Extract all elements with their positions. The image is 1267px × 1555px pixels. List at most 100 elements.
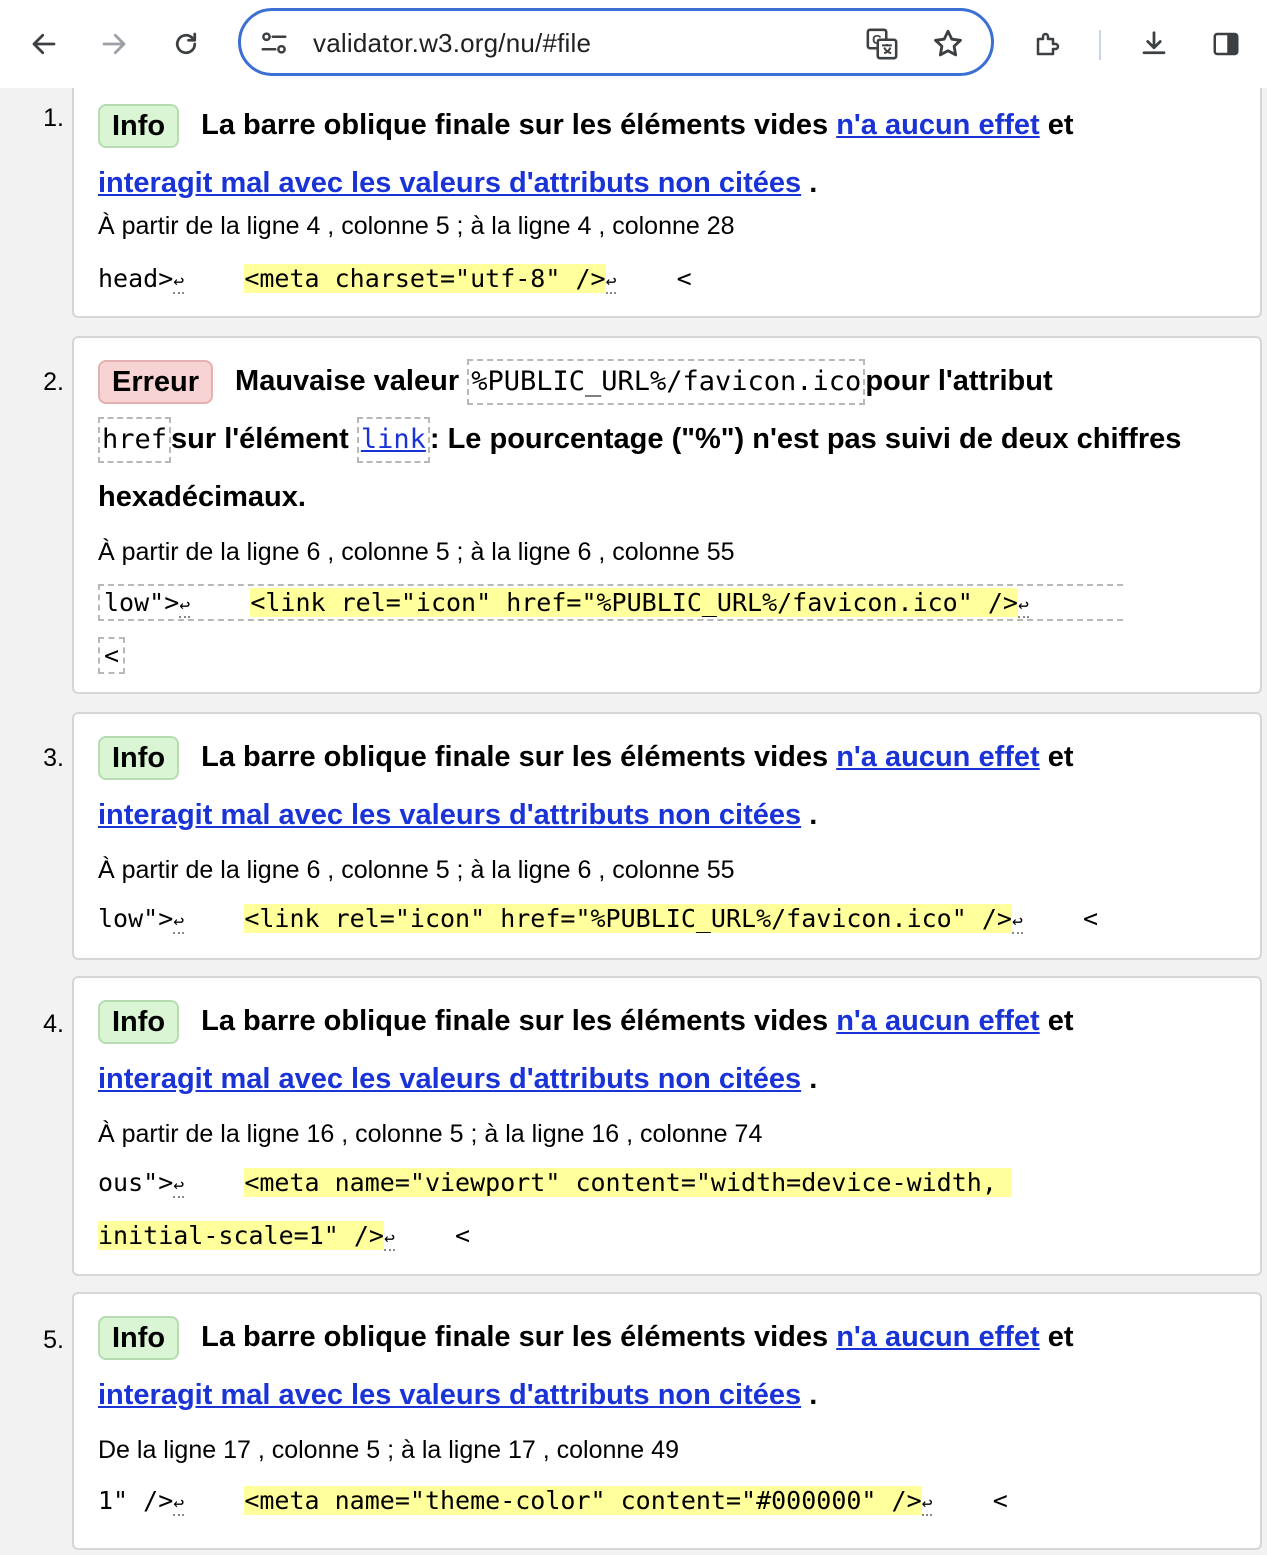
validator-results: 1. Info La barre oblique finale sur les é… <box>0 88 1267 1555</box>
message-number: 2. <box>43 368 64 396</box>
line-feed-icon: ↩ <box>173 271 185 294</box>
extensions-button[interactable] <box>1024 20 1072 68</box>
side-panel-button[interactable] <box>1202 20 1250 68</box>
message-number: 5. <box>43 1326 64 1354</box>
message-item: Info La barre oblique finale sur les élém… <box>72 1292 1262 1550</box>
location-text: À partir de la ligne 16 , colonne 5 ; à … <box>98 1120 763 1148</box>
extract-highlight: <meta name="theme-color" content="#00000… <box>244 1486 922 1515</box>
link-unquoted-attributes[interactable]: interagit mal avec les valeurs d'attribu… <box>98 799 801 831</box>
line-feed-icon: ↩ <box>173 911 185 934</box>
link-no-effect[interactable]: n'a aucun effet <box>836 1321 1039 1353</box>
arrow-left-icon <box>32 33 56 55</box>
message-text-part: et <box>1047 1321 1074 1353</box>
extract-context: < <box>455 1221 471 1250</box>
location-text: À partir de la ligne 6 , colonne 5 ; à l… <box>98 538 735 566</box>
extract-highlight: <meta charset="utf-8" /> <box>244 264 606 293</box>
line-feed-icon: ↩ <box>179 595 191 618</box>
line-feed-icon: ↩ <box>921 1493 933 1516</box>
code-extract: low">↩ <link rel="icon" href="%PUBLIC_UR… <box>98 894 1230 947</box>
message-text-part: La barre oblique finale sur les éléments… <box>201 741 829 773</box>
message-text: Info La barre oblique finale sur les élém… <box>98 992 1244 1108</box>
message-text-part: . <box>809 1063 818 1095</box>
message-number: 1. <box>43 104 64 132</box>
extract-context: ous"> <box>98 1168 174 1197</box>
extract-context: < <box>1083 904 1099 933</box>
info-badge: Info <box>98 736 180 781</box>
site-settings-icon[interactable] <box>259 28 289 58</box>
reload-icon <box>175 32 197 55</box>
forward-button[interactable] <box>90 20 138 68</box>
message-number: 4. <box>43 1010 64 1038</box>
line-feed-icon: ↩ <box>173 1175 185 1198</box>
code-extract: head>↩ <meta charset="utf-8" />↩ < <box>98 254 1230 307</box>
side-panel-icon <box>1213 32 1239 56</box>
message-text: Info La barre oblique finale sur les élém… <box>98 728 1244 844</box>
link-no-effect[interactable]: n'a aucun effet <box>836 741 1039 773</box>
line-feed-icon: ↩ <box>1017 595 1029 618</box>
link-no-effect[interactable]: n'a aucun effet <box>836 1005 1039 1037</box>
code-extract: ous">↩ <meta name="viewport" content="wi… <box>98 1158 1230 1264</box>
browser-toolbar: validator.w3.org/nu/#file G <box>0 0 1267 88</box>
arrow-right-icon <box>102 33 126 55</box>
message-item: Info La barre oblique finale sur les élém… <box>72 88 1262 318</box>
extract-highlight: <meta name="viewport" content="width=dev… <box>244 1168 1012 1197</box>
link-unquoted-attributes[interactable]: interagit mal avec les valeurs d'attribu… <box>98 1063 801 1095</box>
message-number: 3. <box>43 744 64 772</box>
message-text-part: . <box>809 167 818 199</box>
extract-context: < <box>992 1486 1008 1515</box>
extract-context: 1" /> <box>98 1486 174 1515</box>
message-text-part: La barre oblique finale sur les éléments… <box>201 1321 829 1353</box>
link-unquoted-attributes[interactable]: interagit mal avec les valeurs d'attribu… <box>98 167 801 199</box>
message-text-part: et <box>1047 109 1074 141</box>
location-text: À partir de la ligne 6 , colonne 5 ; à l… <box>98 856 735 884</box>
message-text-part: . <box>809 1379 818 1411</box>
extract-context: < <box>676 264 692 293</box>
line-feed-icon: ↩ <box>173 1493 185 1516</box>
extract-context: low"> <box>98 904 174 933</box>
back-button[interactable] <box>20 20 68 68</box>
extract-highlight: <link rel="icon" href="%PUBLIC_URL%/favi… <box>244 904 1012 933</box>
location-text: À partir de la ligne 4 , colonne 5 ; à l… <box>98 212 735 240</box>
extract-context: low"> <box>104 588 180 617</box>
message-text: Erreur Mauvaise valeur %PUBLIC_URL%/favic… <box>98 352 1244 526</box>
message-text: Info La barre oblique finale sur les élém… <box>98 1308 1244 1424</box>
message-item: Erreur Mauvaise valeur %PUBLIC_URL%/favic… <box>72 336 1262 694</box>
message-text-part: et <box>1047 741 1074 773</box>
line-feed-icon: ↩ <box>1011 911 1023 934</box>
bookmark-star-icon[interactable] <box>931 27 965 61</box>
link-no-effect[interactable]: n'a aucun effet <box>836 109 1039 141</box>
downloads-button[interactable] <box>1130 20 1178 68</box>
message-text-part: La barre oblique finale sur les éléments… <box>201 1005 829 1037</box>
code-attribute: href <box>98 417 172 463</box>
message-text: Info La barre oblique finale sur les élém… <box>98 96 1244 212</box>
code-extract: 1" />↩ <meta name="theme-color" content=… <box>98 1476 1230 1529</box>
error-badge: Erreur <box>98 360 214 405</box>
translate-icon[interactable]: G <box>865 27 899 61</box>
url-text[interactable]: validator.w3.org/nu/#file <box>313 28 591 59</box>
puzzle-icon <box>1036 32 1060 56</box>
message-item: Info La barre oblique finale sur les élém… <box>72 712 1262 960</box>
extract-context: head> <box>98 264 174 293</box>
extract-highlight: <link rel="icon" href="%PUBLIC_URL%/favi… <box>250 588 1018 617</box>
toolbar-separator <box>1099 30 1101 60</box>
message-text-part: sur l'élément <box>171 423 349 455</box>
location-text: De la ligne 17 , colonne 5 ; à la ligne … <box>98 1436 679 1464</box>
address-bar[interactable]: validator.w3.org/nu/#file G <box>238 8 994 76</box>
download-icon <box>1142 31 1166 55</box>
message-text-part: pour l'attribut <box>865 365 1053 397</box>
message-text-part: Mauvaise valeur <box>235 365 460 397</box>
link-unquoted-attributes[interactable]: interagit mal avec les valeurs d'attribu… <box>98 1379 801 1411</box>
extract-highlight: initial-scale=1" /> <box>98 1221 384 1250</box>
message-item: Info La barre oblique finale sur les élém… <box>72 976 1262 1276</box>
message-text-part: et <box>1047 1005 1074 1037</box>
info-badge: Info <box>98 1000 180 1045</box>
line-feed-icon: ↩ <box>383 1228 395 1251</box>
code-extract: low">↩ <link rel="icon" href="%PUBLIC_UR… <box>98 578 1230 681</box>
message-text-part: . <box>809 799 818 831</box>
link-element[interactable]: link <box>356 417 430 463</box>
reload-button[interactable] <box>162 20 210 68</box>
info-badge: Info <box>98 1316 180 1361</box>
line-feed-icon: ↩ <box>605 271 617 294</box>
extract-context: < <box>98 637 126 674</box>
info-badge: Info <box>98 104 180 149</box>
